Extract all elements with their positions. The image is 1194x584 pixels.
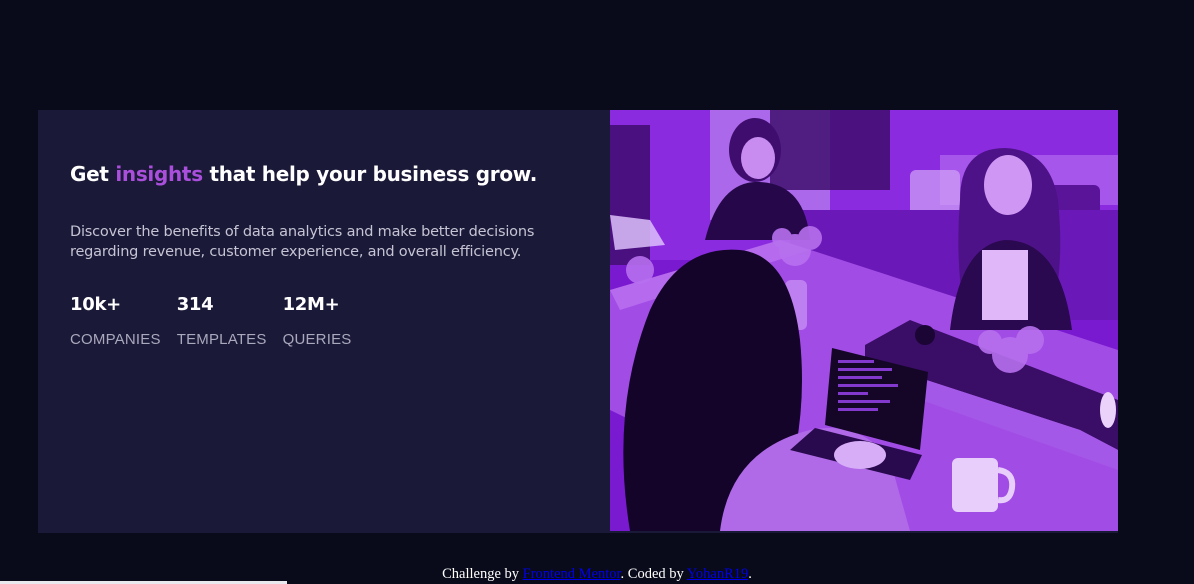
stats-row: 10k+ COMPANIES 314 TEMPLATES 12M+ QUERIE… <box>70 293 368 350</box>
stat-companies: 10k+ COMPANIES <box>70 293 161 350</box>
stat-templates: 314 TEMPLATES <box>177 293 267 350</box>
stat-label: QUERIES <box>282 331 352 348</box>
stat-value: 10k+ <box>70 294 121 315</box>
card-description: Discover the benefits of data analytics … <box>70 224 535 260</box>
stat-label: TEMPLATES <box>176 331 267 348</box>
office-photo-illustration <box>610 110 1118 531</box>
card-headline: Get insights that help your business gro… <box>70 162 537 186</box>
footer-text-challenge: Challenge by <box>442 566 520 582</box>
stat-value: 314 <box>176 294 214 315</box>
stats-preview-card: Get insights that help your business gro… <box>38 110 1118 533</box>
stat-value: 12M+ <box>282 294 340 315</box>
author-link[interactable]: YohanR19 <box>687 566 748 582</box>
headline-end: that help your business grow. <box>209 162 537 186</box>
frontend-mentor-link[interactable]: Frontend Mentor <box>523 566 621 582</box>
header-image <box>610 110 1118 531</box>
headline-accent-word: insights <box>115 162 203 186</box>
footer-text-end: . <box>748 566 752 582</box>
card-text-content: Get insights that help your business gro… <box>38 110 610 533</box>
stat-queries: 12M+ QUERIES <box>283 293 352 350</box>
footer-text-coded: . Coded by <box>620 566 684 582</box>
headline-start: Get <box>70 162 109 186</box>
stat-label: COMPANIES <box>70 331 161 348</box>
